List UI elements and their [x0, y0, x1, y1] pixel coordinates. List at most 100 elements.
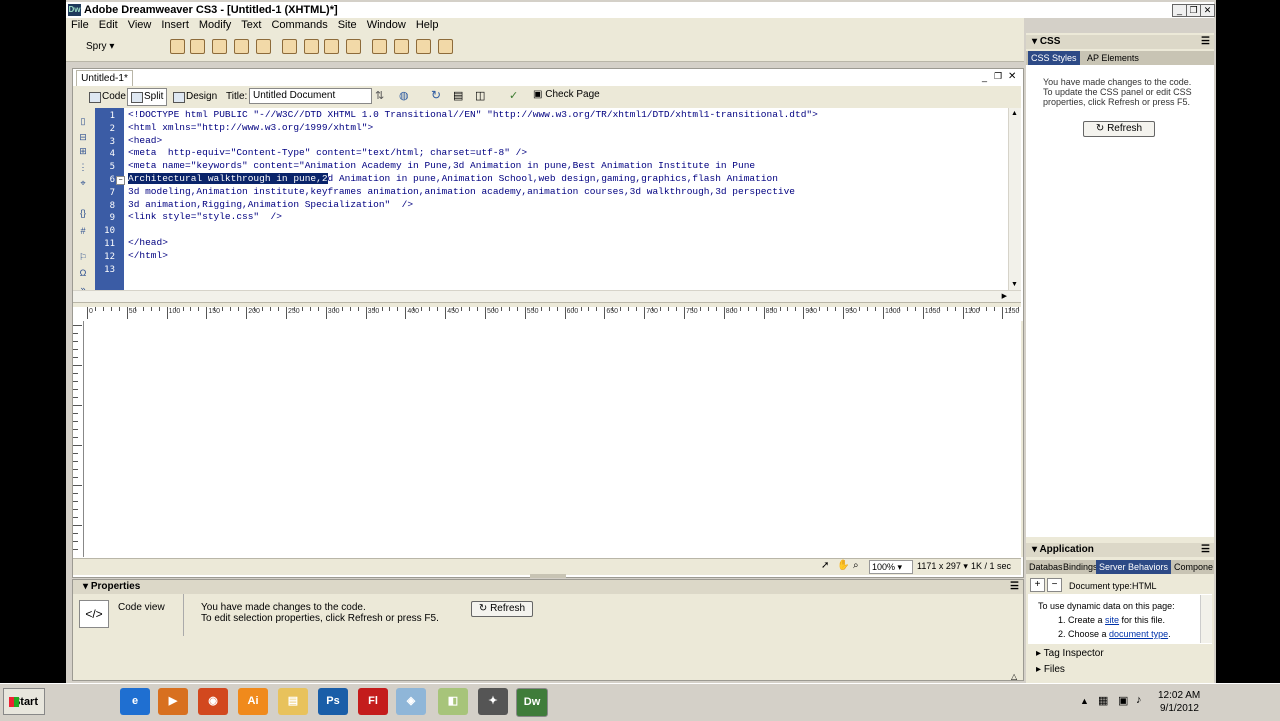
menu-help[interactable]: Help — [411, 18, 444, 33]
open-documents-icon[interactable]: ▯ — [78, 116, 88, 126]
volume-icon[interactable]: ♪ — [1136, 694, 1142, 706]
spry-validation-text-icon[interactable] — [282, 39, 297, 54]
document-type-link[interactable]: document type — [1109, 629, 1168, 639]
tray-expand-icon[interactable]: ▲ — [1080, 696, 1089, 706]
validate-markup-icon[interactable]: ✓ — [509, 89, 518, 102]
internet-explorer-icon[interactable]: e — [120, 688, 150, 715]
menu-file[interactable]: File — [66, 18, 94, 33]
zoom-tool-icon[interactable]: ⌕ — [853, 560, 859, 571]
doc-restore-icon[interactable]: ❐ — [994, 71, 1002, 82]
file-management-icon[interactable]: ⇅ — [375, 89, 384, 102]
scroll-down-icon[interactable]: ▼ — [1011, 281, 1018, 288]
menu-site[interactable]: Site — [333, 18, 362, 33]
menu-commands[interactable]: Commands — [266, 18, 332, 33]
doc-minimize-icon[interactable]: _ — [982, 72, 987, 82]
illustrator-icon[interactable]: Ai — [238, 688, 268, 715]
menu-text[interactable]: Text — [236, 18, 266, 33]
flash-icon[interactable]: Fl — [358, 688, 388, 715]
select-parent-tag-icon[interactable]: ⌖ — [78, 178, 88, 188]
properties-header[interactable]: ▾ Properties ☰ — [73, 580, 1023, 594]
expand-triangle-icon[interactable]: △ — [1011, 672, 1017, 681]
tab-ap-elements[interactable]: AP Elements — [1084, 51, 1142, 65]
tab-bindings[interactable]: Bindings — [1060, 560, 1101, 574]
add-behavior-icon[interactable]: + — [1030, 578, 1045, 592]
collapse-selection-icon[interactable]: ⊞ — [78, 146, 88, 156]
spry-table-icon[interactable] — [256, 39, 271, 54]
spry-region-icon[interactable] — [190, 39, 205, 54]
app-icon-9[interactable]: ◧ — [438, 688, 468, 715]
spry-repeat-icon[interactable] — [212, 39, 227, 54]
line-numbers-icon[interactable]: # — [78, 226, 88, 236]
application-scrollbar[interactable] — [1200, 595, 1212, 643]
collapse-marker-icon[interactable]: − — [116, 176, 125, 185]
balance-braces-icon[interactable]: {} — [78, 208, 88, 218]
code-editor[interactable]: <!DOCTYPE html PUBLIC "-//W3C//DTD XHTML… — [128, 109, 988, 275]
menu-view[interactable]: View — [123, 18, 157, 33]
start-button[interactable]: Start — [3, 688, 45, 715]
app-icon-10[interactable]: ✦ — [478, 688, 508, 715]
scroll-up-icon[interactable]: ▲ — [1011, 110, 1018, 117]
code-vertical-scrollbar[interactable]: ▲ ▼ — [1008, 108, 1021, 290]
design-view[interactable] — [84, 321, 1022, 557]
photoshop-icon[interactable]: Ps — [318, 688, 348, 715]
properties-refresh-button[interactable]: ↻ Refresh — [471, 601, 533, 617]
tab-components[interactable]: Compone — [1171, 560, 1216, 574]
remove-behavior-icon[interactable]: − — [1047, 578, 1062, 592]
network-icon[interactable]: ▦ — [1098, 694, 1108, 707]
minimize-icon[interactable]: _ — [1172, 4, 1187, 17]
code-view-button[interactable]: Code — [85, 88, 130, 106]
refresh-design-icon[interactable]: ↻ — [431, 88, 441, 102]
window-size-select[interactable]: 1171 x 297 ▾ — [915, 560, 971, 572]
insert-category-select[interactable]: Spry ▾ — [86, 41, 114, 52]
visual-aids-icon[interactable]: ◫ — [475, 89, 485, 102]
document-title-input[interactable]: Untitled Document — [249, 88, 372, 104]
spry-repeat-list-icon[interactable] — [234, 39, 249, 54]
media-player-icon[interactable]: ▶ — [158, 688, 188, 715]
tab-server-behaviors[interactable]: Server Behaviors — [1096, 560, 1172, 574]
menu-modify[interactable]: Modify — [194, 18, 236, 33]
tray-app-icon[interactable]: ▣ — [1118, 694, 1128, 707]
app-icon-8[interactable]: ◈ — [396, 688, 426, 715]
document-tab[interactable]: Untitled-1* — [76, 70, 133, 86]
menu-insert[interactable]: Insert — [156, 18, 194, 33]
firefox-icon[interactable]: ◉ — [198, 688, 228, 715]
code-view[interactable]: ▯ ⊟ ⊞ ⋮ ⌖ {} # ⚐ Ω » 1 2 3 4 5 6 7 8 9 1… — [73, 108, 1021, 294]
tab-css-styles[interactable]: CSS Styles — [1028, 51, 1080, 65]
panel-grip[interactable] — [530, 574, 566, 578]
dreamweaver-taskbar-icon[interactable]: Dw — [516, 688, 548, 717]
close-icon[interactable]: ✕ — [1200, 4, 1215, 17]
collapse-tag-icon[interactable]: ⊟ — [78, 132, 88, 142]
apply-comment-icon[interactable]: Ω — [78, 268, 88, 278]
zoom-select[interactable]: 100% ▾ — [869, 560, 913, 574]
preview-browser-icon[interactable]: ◍ — [399, 89, 409, 102]
spry-validation-checkbox-icon[interactable] — [324, 39, 339, 54]
clock-time[interactable]: 12:02 AM — [1158, 690, 1200, 701]
css-refresh-button[interactable]: ↻ Refresh — [1083, 121, 1155, 137]
spry-menubar-icon[interactable] — [372, 39, 387, 54]
tag-inspector-header[interactable]: ▸ Tag Inspector — [1026, 647, 1214, 661]
spry-accordion-icon[interactable] — [416, 39, 431, 54]
spry-validation-select-icon[interactable] — [304, 39, 319, 54]
expand-all-icon[interactable]: ⋮ — [78, 162, 88, 172]
restore-icon[interactable]: ❐ — [1186, 4, 1201, 17]
view-options-icon[interactable]: ▤ — [453, 89, 463, 102]
menu-edit[interactable]: Edit — [94, 18, 123, 33]
spry-validation-textarea-icon[interactable] — [346, 39, 361, 54]
highlight-invalid-icon[interactable]: ⚐ — [78, 252, 88, 262]
clock-date[interactable]: 9/1/2012 — [1160, 703, 1199, 714]
panel-menu-icon[interactable]: ☰ — [1010, 580, 1019, 594]
hand-tool-icon[interactable]: ✋ — [837, 560, 849, 571]
files-header[interactable]: ▸ Files — [1026, 663, 1214, 677]
scroll-right-icon[interactable]: ▶ — [1002, 292, 1007, 300]
select-tool-icon[interactable]: ➚ — [821, 560, 829, 571]
spry-collapsible-panel-icon[interactable] — [438, 39, 453, 54]
spry-xml-dataset-icon[interactable] — [170, 39, 185, 54]
application-panel-header[interactable]: ▾ Application ☰ — [1026, 543, 1214, 557]
split-view-button[interactable]: Split — [127, 88, 168, 106]
file-explorer-icon[interactable]: ▤ — [278, 688, 308, 715]
panel-menu-icon[interactable]: ☰ — [1201, 543, 1210, 557]
css-panel-header[interactable]: ▾ CSS ☰ — [1026, 35, 1214, 49]
check-page-button[interactable]: ▣ Check Page — [533, 89, 613, 100]
create-site-link[interactable]: site — [1105, 615, 1119, 625]
design-view-button[interactable]: Design — [169, 88, 221, 106]
